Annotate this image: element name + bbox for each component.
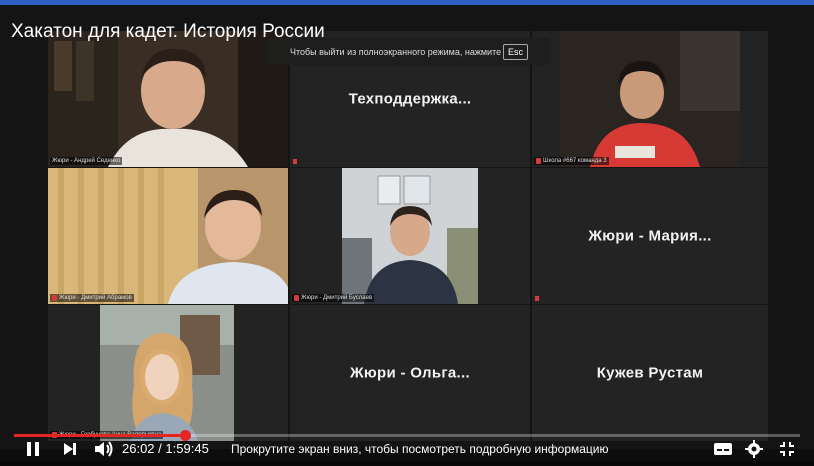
participant-name: Жюри - Дмитрий Абрамов bbox=[59, 295, 132, 301]
volume-icon bbox=[95, 440, 113, 457]
participant-video bbox=[48, 168, 288, 304]
participant-video-frame bbox=[48, 168, 288, 304]
participant-tile-9: Кужев Рустам bbox=[532, 305, 768, 441]
participant-tile-6: Жюри - Мария... bbox=[532, 168, 768, 304]
mic-muted-icon bbox=[294, 295, 299, 301]
participant-tile-8: Жюри - Ольга... bbox=[290, 305, 530, 441]
participant-label: Жюри - Дмитрий Абрамов bbox=[50, 294, 134, 302]
fullscreen-notice: Чтобы выйти из полноэкранного режима, на… bbox=[268, 38, 550, 65]
duration: 1:59:45 bbox=[165, 441, 209, 456]
settings-icon bbox=[745, 439, 763, 458]
time-display: 26:02 / 1:59:45 bbox=[122, 436, 209, 461]
participant-video-frame bbox=[342, 168, 478, 304]
volume-button[interactable] bbox=[93, 436, 115, 461]
participant-video bbox=[342, 168, 478, 304]
participant-name-display: Жюри - Мария... bbox=[588, 227, 712, 245]
mic-muted-icon bbox=[535, 296, 539, 301]
subtitles-icon bbox=[714, 442, 732, 455]
subtitles-button[interactable] bbox=[713, 436, 733, 461]
participant-tile-1: Жюри - Андрей Седенко bbox=[48, 31, 288, 167]
participant-name: Жюри - Андрей Седенко bbox=[52, 158, 121, 164]
participant-video-frame bbox=[48, 31, 288, 167]
participant-name: Школа #667 команда 3 bbox=[543, 158, 607, 164]
participant-name-display: Техподдержка... bbox=[348, 90, 472, 108]
play-pause-button[interactable] bbox=[24, 436, 42, 461]
current-time: 26:02 bbox=[122, 441, 155, 456]
participant-tile-3: Школа #667 команда 3 bbox=[532, 31, 768, 167]
pause-icon bbox=[27, 441, 39, 456]
participant-label: Жюри - Дмитрий Буслаев bbox=[292, 294, 375, 302]
participant-video-frame bbox=[560, 31, 740, 167]
next-button[interactable] bbox=[61, 436, 79, 461]
settings-button[interactable] bbox=[745, 436, 763, 461]
mic-muted-icon bbox=[536, 158, 541, 164]
participant-tile-7: Жюри - Горбунова Анна Валерьевна bbox=[48, 305, 288, 441]
mic-muted-icon bbox=[293, 159, 297, 164]
next-icon bbox=[64, 442, 76, 455]
esc-key-badge: Esc bbox=[502, 43, 528, 60]
participant-video bbox=[48, 31, 288, 167]
scroll-hint: Прокрутите экран вниз, чтобы посмотреть … bbox=[231, 441, 609, 456]
mic-muted-icon bbox=[52, 295, 57, 301]
participant-video bbox=[100, 305, 234, 441]
video-player[interactable]: Жюри - Андрей Седенко Техподдержка... Шк… bbox=[0, 5, 814, 466]
participant-tile-5: Жюри - Дмитрий Буслаев bbox=[290, 168, 530, 304]
participant-label: Школа #667 команда 3 bbox=[534, 157, 609, 165]
exit-fullscreen-button[interactable] bbox=[778, 436, 796, 461]
fullscreen-notice-text: Чтобы выйти из полноэкранного режима, на… bbox=[290, 46, 502, 57]
participant-name-display: Кужев Рустам bbox=[596, 364, 704, 382]
time-separator: / bbox=[158, 441, 162, 456]
participant-video bbox=[560, 31, 740, 167]
participant-name: Жюри - Дмитрий Буслаев bbox=[301, 295, 373, 301]
participant-tile-4: Жюри - Дмитрий Абрамов bbox=[48, 168, 288, 304]
participant-label: Жюри - Андрей Седенко bbox=[50, 157, 123, 165]
player-controls: 26:02 / 1:59:45 Прокрутите экран вниз, ч… bbox=[0, 436, 814, 461]
participant-video-frame bbox=[100, 305, 234, 441]
exit-fullscreen-icon bbox=[780, 441, 794, 456]
participant-name-display: Жюри - Ольга... bbox=[350, 364, 470, 382]
